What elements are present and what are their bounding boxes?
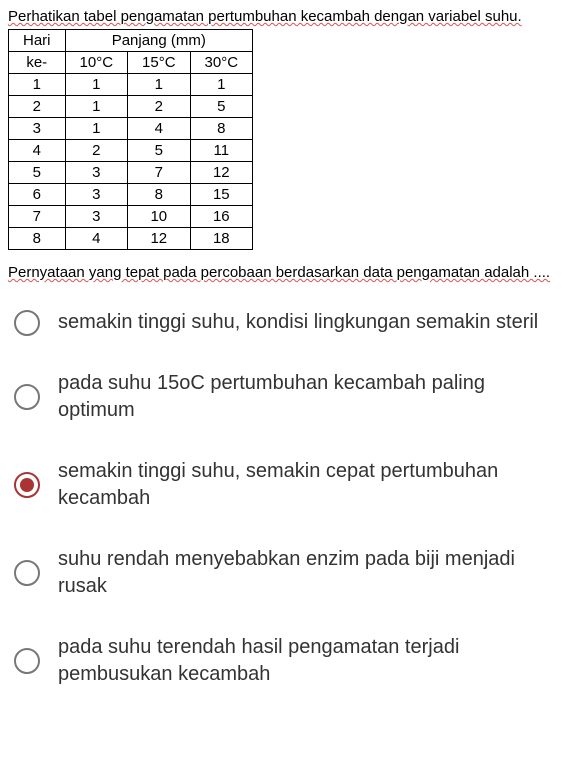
table-cell: 4	[65, 228, 128, 250]
table-cell: 6	[9, 184, 66, 206]
table-cell: 11	[190, 140, 253, 162]
table-cell: 3	[9, 118, 66, 140]
table-cell: 2	[128, 96, 191, 118]
option-text: pada suhu terendah hasil pengamatan terj…	[58, 634, 565, 688]
option-item[interactable]: semakin tinggi suhu, kondisi lingkungan …	[14, 309, 565, 336]
table-row: 1111	[9, 74, 253, 96]
table-body: 111121253148425115371263815731016841218	[9, 74, 253, 250]
data-table: Hari Panjang (mm) ke- 10°C 15°C 30°C 111…	[8, 29, 253, 250]
question-text: Pernyataan yang tepat pada percobaan ber…	[8, 264, 565, 281]
table-row: 53712	[9, 162, 253, 184]
table-cell: 8	[190, 118, 253, 140]
table-cell: 1	[9, 74, 66, 96]
table-cell: 5	[190, 96, 253, 118]
table-cell: 1	[65, 74, 128, 96]
radio-icon[interactable]	[14, 472, 40, 498]
col-header: 10°C	[65, 52, 128, 74]
table-cell: 1	[128, 74, 191, 96]
option-item[interactable]: suhu rendah menyebabkan enzim pada biji …	[14, 546, 565, 600]
table-cell: 5	[9, 162, 66, 184]
option-item[interactable]: pada suhu terendah hasil pengamatan terj…	[14, 634, 565, 688]
table-cell: 16	[190, 206, 253, 228]
table-row: 42511	[9, 140, 253, 162]
table-cell: 3	[65, 162, 128, 184]
table-cell: 7	[9, 206, 66, 228]
table-cell: 2	[65, 140, 128, 162]
table-cell: 1	[190, 74, 253, 96]
intro-text: Perhatikan tabel pengamatan pertumbuhan …	[8, 8, 565, 25]
radio-icon[interactable]	[14, 560, 40, 586]
row-header-bottom: ke-	[9, 52, 66, 74]
table-row: 3148	[9, 118, 253, 140]
col-header: 30°C	[190, 52, 253, 74]
radio-icon[interactable]	[14, 648, 40, 674]
table-cell: 2	[9, 96, 66, 118]
table-row: 63815	[9, 184, 253, 206]
radio-icon[interactable]	[14, 310, 40, 336]
col-header: 15°C	[128, 52, 191, 74]
table-cell: 4	[9, 140, 66, 162]
table-cell: 3	[65, 184, 128, 206]
table-row: 2125	[9, 96, 253, 118]
table-row: 731016	[9, 206, 253, 228]
table-cell: 10	[128, 206, 191, 228]
table-cell: 12	[128, 228, 191, 250]
table-cell: 12	[190, 162, 253, 184]
table-row: 841218	[9, 228, 253, 250]
table-cell: 8	[128, 184, 191, 206]
option-text: semakin tinggi suhu, kondisi lingkungan …	[58, 309, 538, 336]
option-text: suhu rendah menyebabkan enzim pada biji …	[58, 546, 565, 600]
option-text: pada suhu 15oC pertumbuhan kecambah pali…	[58, 370, 565, 424]
table-cell: 18	[190, 228, 253, 250]
table-cell: 3	[65, 206, 128, 228]
option-item[interactable]: semakin tinggi suhu, semakin cepat pertu…	[14, 458, 565, 512]
row-header-top: Hari	[9, 30, 66, 52]
table-cell: 7	[128, 162, 191, 184]
table-cell: 5	[128, 140, 191, 162]
options-list: semakin tinggi suhu, kondisi lingkungan …	[8, 309, 565, 688]
table-cell: 1	[65, 118, 128, 140]
table-cell: 15	[190, 184, 253, 206]
option-text: semakin tinggi suhu, semakin cepat pertu…	[58, 458, 565, 512]
table-cell: 1	[65, 96, 128, 118]
table-cell: 4	[128, 118, 191, 140]
table-cell: 8	[9, 228, 66, 250]
col-group-header: Panjang (mm)	[65, 30, 253, 52]
option-item[interactable]: pada suhu 15oC pertumbuhan kecambah pali…	[14, 370, 565, 424]
radio-icon[interactable]	[14, 384, 40, 410]
